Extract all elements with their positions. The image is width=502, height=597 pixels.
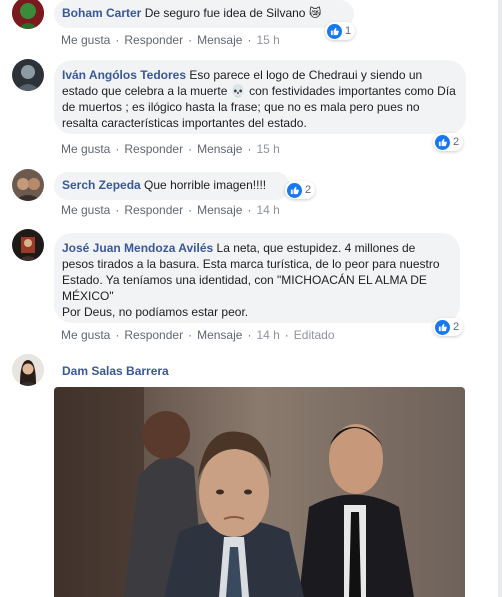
like-reaction-icon — [287, 182, 302, 198]
comment-bubble: Serch Zepeda Que horrible imagen!!!! — [54, 172, 290, 200]
reaction-count[interactable]: 2 — [433, 133, 464, 151]
comment-bubble: José Juan Mendoza Avilés La neta, que es… — [54, 233, 460, 323]
comment-author[interactable]: Boham Carter — [62, 6, 141, 20]
comment-text: Que horrible imagen!!!! — [144, 178, 267, 192]
edited-label[interactable]: Editado — [294, 328, 335, 342]
reply-link[interactable]: Responder — [124, 142, 183, 156]
timestamp[interactable]: 15 h — [256, 33, 279, 47]
like-reaction-icon — [435, 319, 450, 335]
reply-link[interactable]: Responder — [124, 33, 183, 47]
timestamp[interactable]: 15 h — [256, 142, 279, 156]
comment-author[interactable]: José Juan Mendoza Avilés — [62, 241, 213, 255]
comment-author[interactable]: Iván Angólos Tedores — [62, 68, 186, 82]
comment-bubble: Iván Angólos Tedores Eso parece el logo … — [54, 60, 466, 134]
like-link[interactable]: Me gusta — [61, 142, 110, 156]
skull-emoji-icon: 💀 — [230, 84, 246, 98]
timestamp[interactable]: 14 h — [256, 203, 279, 217]
like-link[interactable]: Me gusta — [61, 203, 110, 217]
reply-link[interactable]: Responder — [124, 328, 183, 342]
message-link[interactable]: Mensaje — [197, 203, 242, 217]
reply-link[interactable]: Responder — [124, 203, 183, 217]
comment-text: De seguro fue idea de Silvano — [144, 6, 306, 20]
avatar[interactable] — [12, 229, 44, 261]
comment-author[interactable]: Dam Salas Barrera — [62, 364, 169, 378]
message-link[interactable]: Mensaje — [197, 142, 242, 156]
message-link[interactable]: Mensaje — [197, 33, 242, 47]
comment-bubble: Boham Carter De seguro fue idea de Silva… — [54, 0, 354, 28]
message-link[interactable]: Mensaje — [197, 328, 242, 342]
timestamp[interactable]: 14 h — [256, 328, 279, 342]
like-link[interactable]: Me gusta — [61, 328, 110, 342]
avatar[interactable] — [12, 354, 44, 386]
reaction-count[interactable]: 1 — [325, 22, 356, 40]
avatar[interactable] — [12, 169, 44, 201]
avatar[interactable] — [12, 59, 44, 91]
comment-actions: Me gusta · Responder · Mensaje · 14 h · Editado — [61, 328, 335, 342]
like-reaction-icon — [435, 134, 450, 150]
reaction-count[interactable]: 2 — [433, 318, 464, 336]
scrollbar-track[interactable] — [498, 0, 502, 597]
reaction-count[interactable]: 2 — [285, 181, 316, 199]
crying-cat-emoji-icon: 😿 — [308, 6, 322, 20]
comment-actions: Me gusta · Responder · Mensaje · 15 h — [61, 142, 280, 156]
comment-actions: Me gusta · Responder · Mensaje · 15 h — [61, 33, 280, 47]
comment-author[interactable]: Serch Zepeda — [62, 178, 141, 192]
like-link[interactable]: Me gusta — [61, 33, 110, 47]
like-reaction-icon — [327, 23, 342, 39]
avatar[interactable] — [12, 0, 44, 29]
comment-gif-image[interactable] — [54, 387, 465, 597]
comment-actions: Me gusta · Responder · Mensaje · 14 h — [61, 203, 280, 217]
